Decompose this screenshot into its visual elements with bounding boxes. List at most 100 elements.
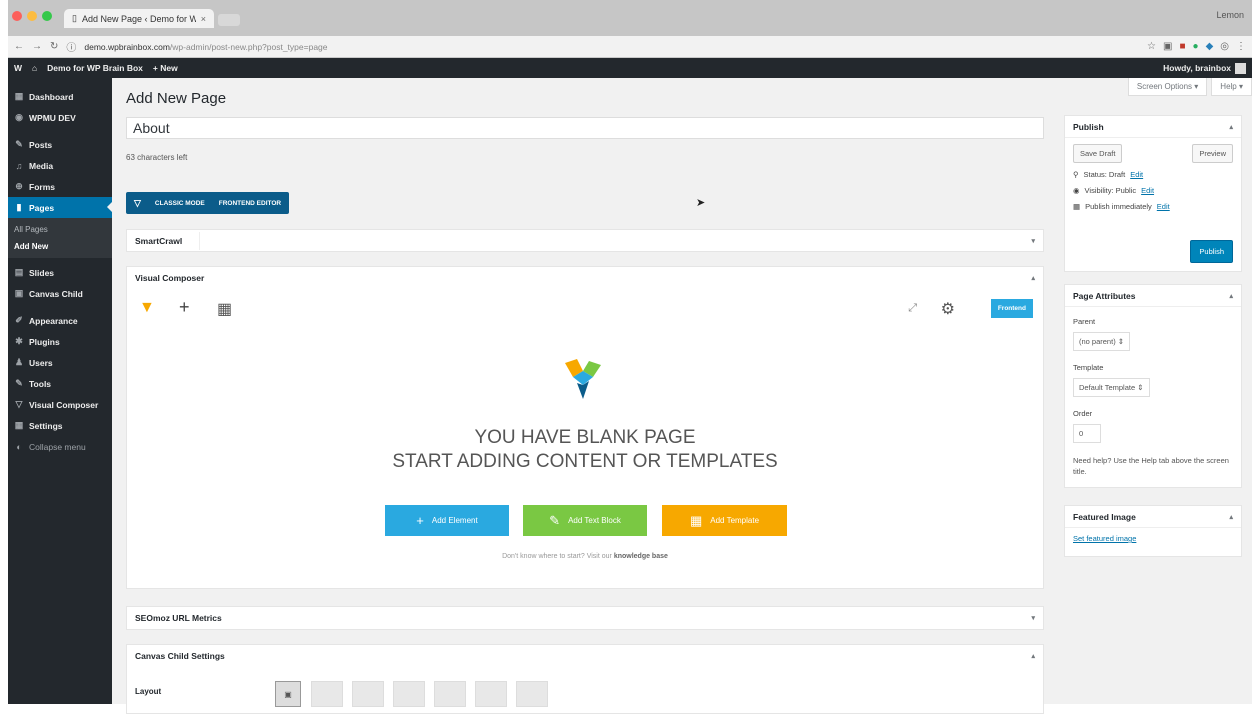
- status-row: ⚲ Status: Draft Edit: [1073, 170, 1233, 179]
- sidebar-item-media[interactable]: ♫ Media: [8, 155, 112, 176]
- template-select[interactable]: Default Template ⇕: [1073, 378, 1150, 397]
- extension-icon[interactable]: ●: [1193, 41, 1199, 52]
- forward-icon[interactable]: →: [32, 41, 42, 52]
- submenu-all-pages[interactable]: All Pages: [8, 221, 112, 238]
- sidebar-item-tools[interactable]: ✎ Tools: [8, 373, 112, 394]
- toggle-arrow-icon[interactable]: ▴: [1031, 274, 1035, 282]
- preview-button[interactable]: Preview: [1192, 144, 1233, 163]
- parent-select[interactable]: (no parent) ⇕: [1073, 332, 1131, 351]
- maximize-window-button[interactable]: [42, 11, 52, 21]
- back-icon[interactable]: ←: [14, 41, 24, 52]
- bookmark-star-icon[interactable]: ☆: [1147, 41, 1156, 52]
- toggle-arrow-icon[interactable]: ▾: [1031, 237, 1035, 245]
- smartcrawl-field[interactable]: [199, 232, 1037, 250]
- sidebar-item-pages[interactable]: ▮ Pages: [8, 197, 112, 218]
- extension-icon[interactable]: ■: [1179, 41, 1185, 52]
- sidebar-item-posts[interactable]: ✎ Posts: [8, 134, 112, 155]
- postbox-header[interactable]: Publish ▴: [1065, 116, 1241, 138]
- publish-button[interactable]: Publish: [1190, 240, 1233, 263]
- layout-option[interactable]: [393, 681, 425, 707]
- templates-icon[interactable]: ▦: [217, 299, 232, 319]
- info-icon[interactable]: ⓘ: [66, 39, 76, 54]
- profile-name[interactable]: Lemon: [1216, 10, 1244, 20]
- sidebar-item-forms[interactable]: ⊕ Forms: [8, 176, 112, 197]
- mouse-cursor-icon: ➤: [696, 197, 706, 209]
- postbox-title: Visual Composer: [135, 273, 205, 283]
- edit-status-link[interactable]: Edit: [1130, 170, 1143, 179]
- layout-option[interactable]: [516, 681, 548, 707]
- close-window-button[interactable]: [12, 11, 22, 21]
- sidebar-item-visual-composer[interactable]: ▽ Visual Composer: [8, 394, 112, 415]
- postbox-header[interactable]: SEOmoz URL Metrics ▾: [127, 607, 1043, 629]
- sidebar-item-wpmudev[interactable]: ◉ WPMU DEV: [8, 107, 112, 128]
- sidebar-item-appearance[interactable]: ✐ Appearance: [8, 310, 112, 331]
- collapse-menu-button[interactable]: ◐ Collapse menu: [8, 436, 112, 457]
- sidebar-item-slides[interactable]: ▤ Slides: [8, 262, 112, 283]
- tab-close-icon[interactable]: ×: [201, 14, 206, 24]
- sidebar-item-label: Visual Composer: [29, 399, 99, 410]
- toggle-arrow-icon[interactable]: ▴: [1229, 123, 1233, 131]
- postbox-header[interactable]: Featured Image ▴: [1065, 506, 1241, 528]
- set-featured-image-link[interactable]: Set featured image: [1073, 534, 1136, 543]
- plus-icon: +: [416, 513, 424, 528]
- edit-schedule-link[interactable]: Edit: [1157, 202, 1170, 211]
- help-button[interactable]: Help ▾: [1211, 78, 1252, 96]
- toggle-arrow-icon[interactable]: ▴: [1229, 513, 1233, 521]
- minimize-window-button[interactable]: [27, 11, 37, 21]
- collapse-icon: ◐: [16, 441, 22, 452]
- classic-mode-button[interactable]: CLASSIC MODE: [155, 200, 205, 207]
- edit-visibility-link[interactable]: Edit: [1141, 186, 1154, 195]
- site-name-link[interactable]: Demo for WP Brain Box: [47, 63, 143, 73]
- wordpress-logo-icon[interactable]: W: [14, 63, 22, 73]
- frontend-editor-button[interactable]: FRONTEND EDITOR: [219, 200, 281, 207]
- url-input[interactable]: demo.wpbrainbox.com/wp-admin/post-new.ph…: [84, 42, 327, 52]
- vc-logo-icon[interactable]: ▼: [139, 299, 155, 317]
- add-text-block-button[interactable]: ✎ Add Text Block: [523, 505, 647, 536]
- gear-icon[interactable]: ⚙: [941, 299, 955, 319]
- sidebar-item-label: Users: [29, 357, 53, 368]
- layout-option[interactable]: [311, 681, 343, 707]
- forms-icon: ⊕: [15, 181, 23, 191]
- toggle-arrow-icon[interactable]: ▴: [1229, 292, 1233, 300]
- sidebar-item-canvas-child[interactable]: ▣ Canvas Child: [8, 283, 112, 304]
- sidebar-item-plugins[interactable]: ✱ Plugins: [8, 331, 112, 352]
- sidebar-item-settings[interactable]: ▦ Settings: [8, 415, 112, 436]
- add-element-icon[interactable]: +: [179, 297, 190, 318]
- layout-option[interactable]: [352, 681, 384, 707]
- publish-body: Save Draft Preview ⚲ Status: Draft Edit ◉ V…: [1065, 138, 1241, 217]
- sidebar-item-users[interactable]: ♟ Users: [8, 352, 112, 373]
- new-tab-button[interactable]: [218, 14, 240, 26]
- frontend-button[interactable]: Frontend: [990, 299, 1033, 318]
- layout-option[interactable]: [475, 681, 507, 707]
- screen-options-button[interactable]: Screen Options ▾: [1127, 78, 1208, 96]
- menu-dots-icon[interactable]: ⋮: [1236, 41, 1246, 52]
- add-element-button[interactable]: + Add Element: [385, 505, 509, 536]
- submenu-add-new[interactable]: Add New: [8, 238, 112, 255]
- post-title-input[interactable]: About: [126, 117, 1044, 139]
- postbox-header[interactable]: Visual Composer ▴: [127, 267, 1043, 289]
- postbox-title: SEOmoz URL Metrics: [135, 613, 222, 623]
- sidebar-item-dashboard[interactable]: ▦ Dashboard: [8, 86, 112, 107]
- order-input[interactable]: 0: [1073, 424, 1101, 443]
- toggle-arrow-icon[interactable]: ▾: [1031, 614, 1035, 622]
- save-draft-button[interactable]: Save Draft: [1073, 144, 1123, 163]
- layout-option-selected[interactable]: ▣: [275, 681, 301, 707]
- fullscreen-icon[interactable]: ⤢: [908, 302, 917, 315]
- extension-icon[interactable]: ▣: [1163, 41, 1172, 52]
- extension-icon[interactable]: ◎: [1220, 41, 1229, 52]
- reload-icon[interactable]: ↻: [50, 41, 58, 52]
- browser-tab[interactable]: ▯ Add New Page ‹ Demo for WP ×: [64, 9, 214, 28]
- character-count: 63 characters left: [126, 153, 188, 162]
- account-menu[interactable]: Howdy, brainbox: [1163, 62, 1246, 74]
- add-template-button[interactable]: ▦ Add Template: [662, 505, 787, 536]
- extension-icon[interactable]: ◆: [1206, 41, 1214, 52]
- postbox-header[interactable]: SmartCrawl ▾: [127, 230, 1043, 252]
- toggle-arrow-icon[interactable]: ▴: [1031, 652, 1035, 660]
- postbox-header[interactable]: Canvas Child Settings ▴: [127, 645, 1043, 667]
- new-content-link[interactable]: + New: [153, 63, 178, 73]
- postbox-header[interactable]: Page Attributes ▴: [1065, 285, 1241, 307]
- visual-composer-logo-icon: ▽: [134, 197, 141, 208]
- knowledge-base-link[interactable]: knowledge base: [614, 553, 668, 560]
- text-block-icon: ✎: [549, 512, 561, 528]
- layout-option[interactable]: [434, 681, 466, 707]
